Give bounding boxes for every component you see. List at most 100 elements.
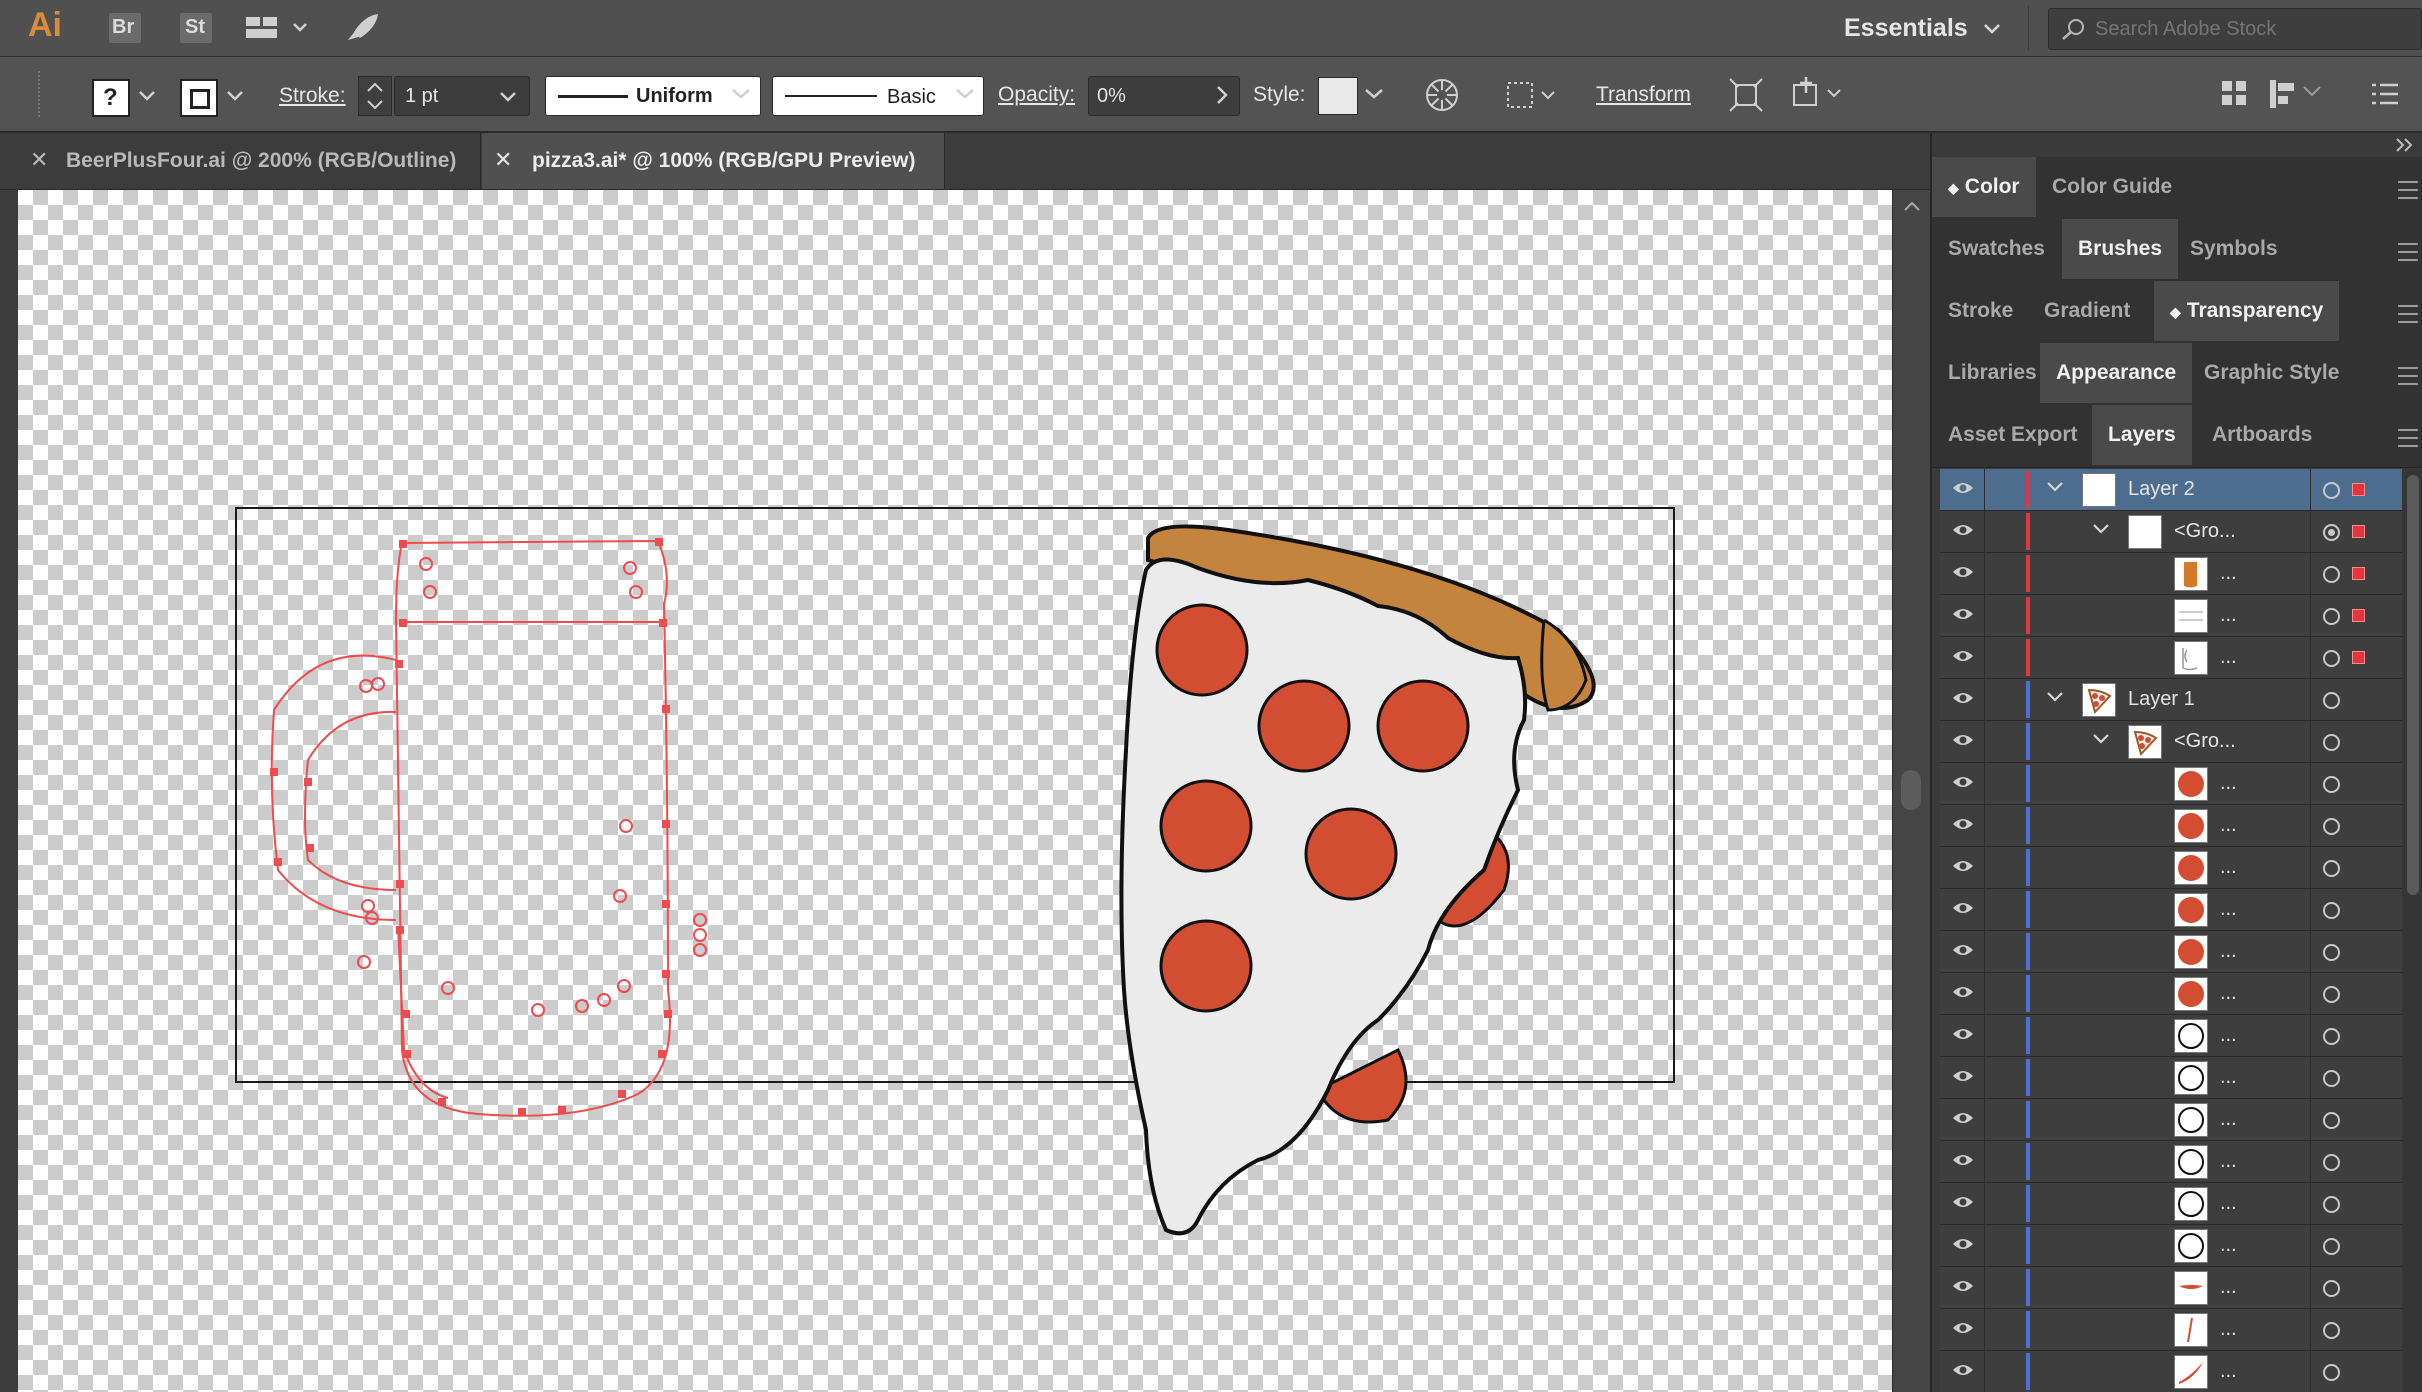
visibility-eye-icon[interactable] — [1952, 1026, 1974, 1042]
tab-libraries[interactable]: Libraries — [1932, 343, 2053, 403]
target-circle-icon[interactable] — [2323, 482, 2340, 499]
object-row[interactable]: ... — [1940, 1351, 2402, 1392]
tab-asset-export[interactable]: Asset Export — [1932, 405, 2094, 465]
artwork-layer[interactable] — [18, 190, 1892, 1392]
variable-width-profile[interactable]: Uniform — [545, 76, 761, 116]
visibility-eye-icon[interactable] — [1952, 942, 1974, 958]
visibility-eye-icon[interactable] — [1952, 1110, 1974, 1126]
beer-mug-outline[interactable] — [270, 539, 671, 1117]
pizza-slice[interactable] — [1119, 524, 1596, 1236]
expand-chevron-icon[interactable] — [2092, 732, 2110, 751]
target-circle-icon[interactable] — [2323, 1322, 2340, 1339]
target-circle-icon[interactable] — [2323, 1280, 2340, 1297]
profile-dropdown-icon[interactable] — [730, 87, 752, 101]
object-row[interactable]: ... — [1940, 1141, 2402, 1183]
visibility-eye-icon[interactable] — [1952, 1068, 1974, 1084]
target-circle-icon[interactable] — [2323, 986, 2340, 1003]
visibility-eye-icon[interactable] — [1952, 900, 1974, 916]
visibility-eye-icon[interactable] — [1952, 732, 1974, 748]
visibility-eye-icon[interactable] — [1952, 522, 1974, 538]
layer-name[interactable]: ... — [2220, 814, 2237, 837]
target-circle-icon[interactable] — [2323, 1238, 2340, 1255]
layer-name[interactable]: ... — [2220, 1192, 2237, 1215]
align-to-selection-icon[interactable] — [1504, 77, 1556, 113]
layer-name[interactable]: ... — [2220, 982, 2237, 1005]
visibility-eye-icon[interactable] — [1952, 480, 1974, 496]
pepperoni[interactable] — [1304, 807, 1398, 901]
layer-name[interactable]: Layer 2 — [2128, 478, 2195, 501]
selection-indicator-icon[interactable] — [2352, 651, 2365, 664]
panel-menu-icon[interactable] — [2398, 367, 2418, 385]
layer-name[interactable]: ... — [2220, 1024, 2237, 1047]
visibility-eye-icon[interactable] — [1952, 858, 1974, 874]
selection-indicator-icon[interactable] — [2352, 567, 2365, 580]
workspace-switcher[interactable]: Essentials — [1830, 8, 2010, 48]
object-row[interactable]: ... — [1940, 763, 2402, 805]
layers-scrollbar[interactable] — [2402, 469, 2422, 1392]
visibility-eye-icon[interactable] — [1952, 690, 1974, 706]
layer-name[interactable]: <Gro... — [2174, 520, 2236, 543]
object-row[interactable]: ... — [1940, 1309, 2402, 1351]
graphic-style-swatch[interactable] — [1318, 77, 1358, 115]
layer-name[interactable]: ... — [2220, 1318, 2237, 1341]
visibility-eye-icon[interactable] — [1952, 606, 1974, 622]
layer-name[interactable]: ... — [2220, 940, 2237, 963]
brush-dropdown-icon[interactable] — [954, 87, 976, 101]
layer-name[interactable]: ... — [2220, 1276, 2237, 1299]
isolate-object-icon[interactable] — [1728, 77, 1764, 113]
target-circle-icon[interactable] — [2323, 692, 2340, 709]
gpu-performance-button[interactable] — [342, 10, 382, 46]
align-objects-icon[interactable] — [2268, 77, 2328, 111]
object-row[interactable]: ... — [1940, 931, 2402, 973]
pepperoni[interactable] — [1159, 919, 1253, 1013]
arrange-grid-icon[interactable] — [2220, 77, 2250, 111]
arrange-documents-button[interactable] — [244, 12, 316, 44]
transform-button[interactable]: Transform — [1596, 83, 1691, 107]
style-dropdown-icon[interactable] — [1363, 87, 1385, 101]
close-icon[interactable]: ✕ — [494, 147, 512, 173]
tab-layers[interactable]: Layers — [2092, 405, 2192, 465]
target-circle-icon[interactable] — [2323, 944, 2340, 961]
layers-scroll-thumb[interactable] — [2407, 475, 2419, 895]
bridge-button[interactable]: Br — [109, 13, 141, 43]
tab-brushes[interactable]: Brushes — [2062, 219, 2179, 279]
visibility-eye-icon[interactable] — [1952, 1278, 1974, 1294]
fill-dropdown-icon[interactable] — [138, 89, 156, 103]
stroke-swatch[interactable] — [180, 79, 218, 117]
object-row[interactable]: ... — [1940, 1015, 2402, 1057]
search-input[interactable] — [2093, 15, 2407, 43]
layer-name[interactable]: ... — [2220, 1108, 2237, 1131]
layer-name[interactable]: ... — [2220, 856, 2237, 879]
target-circle-icon[interactable] — [2323, 608, 2340, 625]
collapse-panels-icon[interactable] — [2394, 135, 2416, 155]
selection-indicator-icon[interactable] — [2352, 483, 2365, 496]
panel-menu-icon[interactable] — [2398, 305, 2418, 323]
object-row[interactable]: ... — [1940, 1225, 2402, 1267]
target-circle-icon[interactable] — [2323, 1196, 2340, 1213]
tab-symbols[interactable]: Symbols — [2174, 219, 2294, 279]
layer-name[interactable]: ... — [2220, 898, 2237, 921]
target-circle-icon[interactable] — [2323, 734, 2340, 751]
visibility-eye-icon[interactable] — [1952, 1320, 1974, 1336]
target-circle-icon[interactable] — [2323, 1070, 2340, 1087]
tab-color-guide[interactable]: Color Guide — [2036, 157, 2188, 217]
stroke-weight-field[interactable]: 1 pt — [394, 76, 530, 116]
pepperoni[interactable] — [1376, 679, 1470, 773]
object-row[interactable]: ... — [1940, 595, 2402, 637]
visibility-eye-icon[interactable] — [1952, 648, 1974, 664]
layer-name[interactable]: ... — [2220, 1360, 2237, 1383]
selection-indicator-icon[interactable] — [2352, 525, 2365, 538]
pepperoni[interactable] — [1257, 679, 1351, 773]
document-window[interactable] — [18, 190, 1892, 1392]
layer-name[interactable]: ... — [2220, 1234, 2237, 1257]
brush-definition[interactable]: Basic — [772, 76, 984, 116]
object-row[interactable]: ... — [1940, 973, 2402, 1015]
target-circle-icon[interactable] — [2323, 566, 2340, 583]
pepperoni[interactable] — [1159, 779, 1253, 873]
visibility-eye-icon[interactable] — [1952, 564, 1974, 580]
visibility-eye-icon[interactable] — [1952, 1152, 1974, 1168]
tab-graphic-styles[interactable]: Graphic Style — [2188, 343, 2355, 403]
close-icon[interactable]: ✕ — [30, 147, 48, 173]
target-circle-icon[interactable] — [2323, 650, 2340, 667]
opacity-label[interactable]: Opacity: — [998, 83, 1075, 107]
